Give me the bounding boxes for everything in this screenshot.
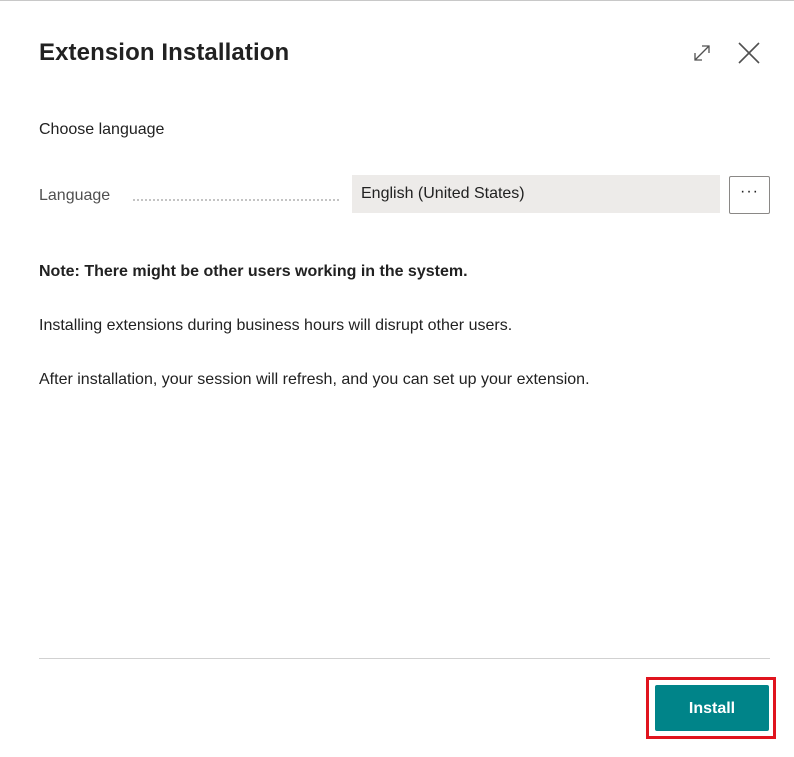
extension-installation-dialog: Extension Installation Choose language L… [0,0,794,757]
disruption-paragraph: Installing extensions during business ho… [39,317,513,334]
language-label: Language [39,187,111,204]
note-heading: Note: There might be other users working… [39,263,468,280]
close-button[interactable] [735,39,763,67]
language-lookup-button[interactable]: ··· [729,176,770,214]
field-leader-dots [133,197,339,201]
refresh-paragraph: After installation, your session will re… [39,371,590,388]
expand-icon [694,45,710,61]
install-button[interactable]: Install [655,685,769,731]
close-icon [738,42,760,64]
expand-button[interactable] [690,41,714,65]
section-subtitle: Choose language [39,121,165,138]
dialog-title: Extension Installation [39,39,290,66]
language-field[interactable]: English (United States) [352,175,720,213]
footer-divider [39,658,770,659]
